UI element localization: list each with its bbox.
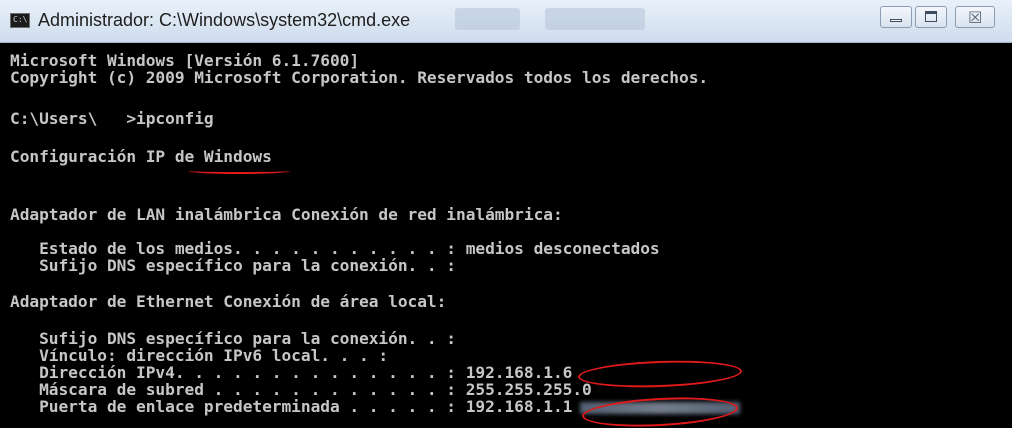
command-underline xyxy=(188,168,290,174)
maximize-icon[interactable] xyxy=(915,6,947,28)
gateway-highlight xyxy=(581,393,739,430)
console-line: Copyright (c) 2009 Microsoft Corporation… xyxy=(10,68,709,87)
console-area[interactable]: Microsoft Windows [Versión 6.1.7600] Cop… xyxy=(0,43,1012,430)
blurred-tab xyxy=(455,8,520,30)
console-line: Adaptador de LAN inalámbrica Conexión de… xyxy=(10,205,563,224)
console-icon[interactable]: C:\ xyxy=(10,13,30,28)
console-icon-label: C:\ xyxy=(13,15,28,24)
minimize-icon[interactable] xyxy=(880,6,912,28)
close-icon[interactable]: ☒ xyxy=(955,6,995,28)
console-line: Puerta de enlace predeterminada . . . . … xyxy=(10,397,573,416)
cmd-window: C:\ Administrador: C:\Windows\system32\c… xyxy=(0,0,1012,430)
console-line: Configuración IP de Windows xyxy=(10,147,272,166)
console-line: Sufijo DNS específico para la conexión. … xyxy=(10,256,457,275)
window-title: Administrador: C:\Windows\system32\cmd.e… xyxy=(38,10,411,30)
console-line: Adaptador de Ethernet Conexión de área l… xyxy=(10,292,447,311)
title-bar[interactable]: C:\ Administrador: C:\Windows\system32\c… xyxy=(0,0,1012,43)
console-line: C:\Users\ >ipconfig xyxy=(10,109,214,128)
blurred-tab xyxy=(545,8,645,30)
ipv4-highlight xyxy=(577,358,743,390)
